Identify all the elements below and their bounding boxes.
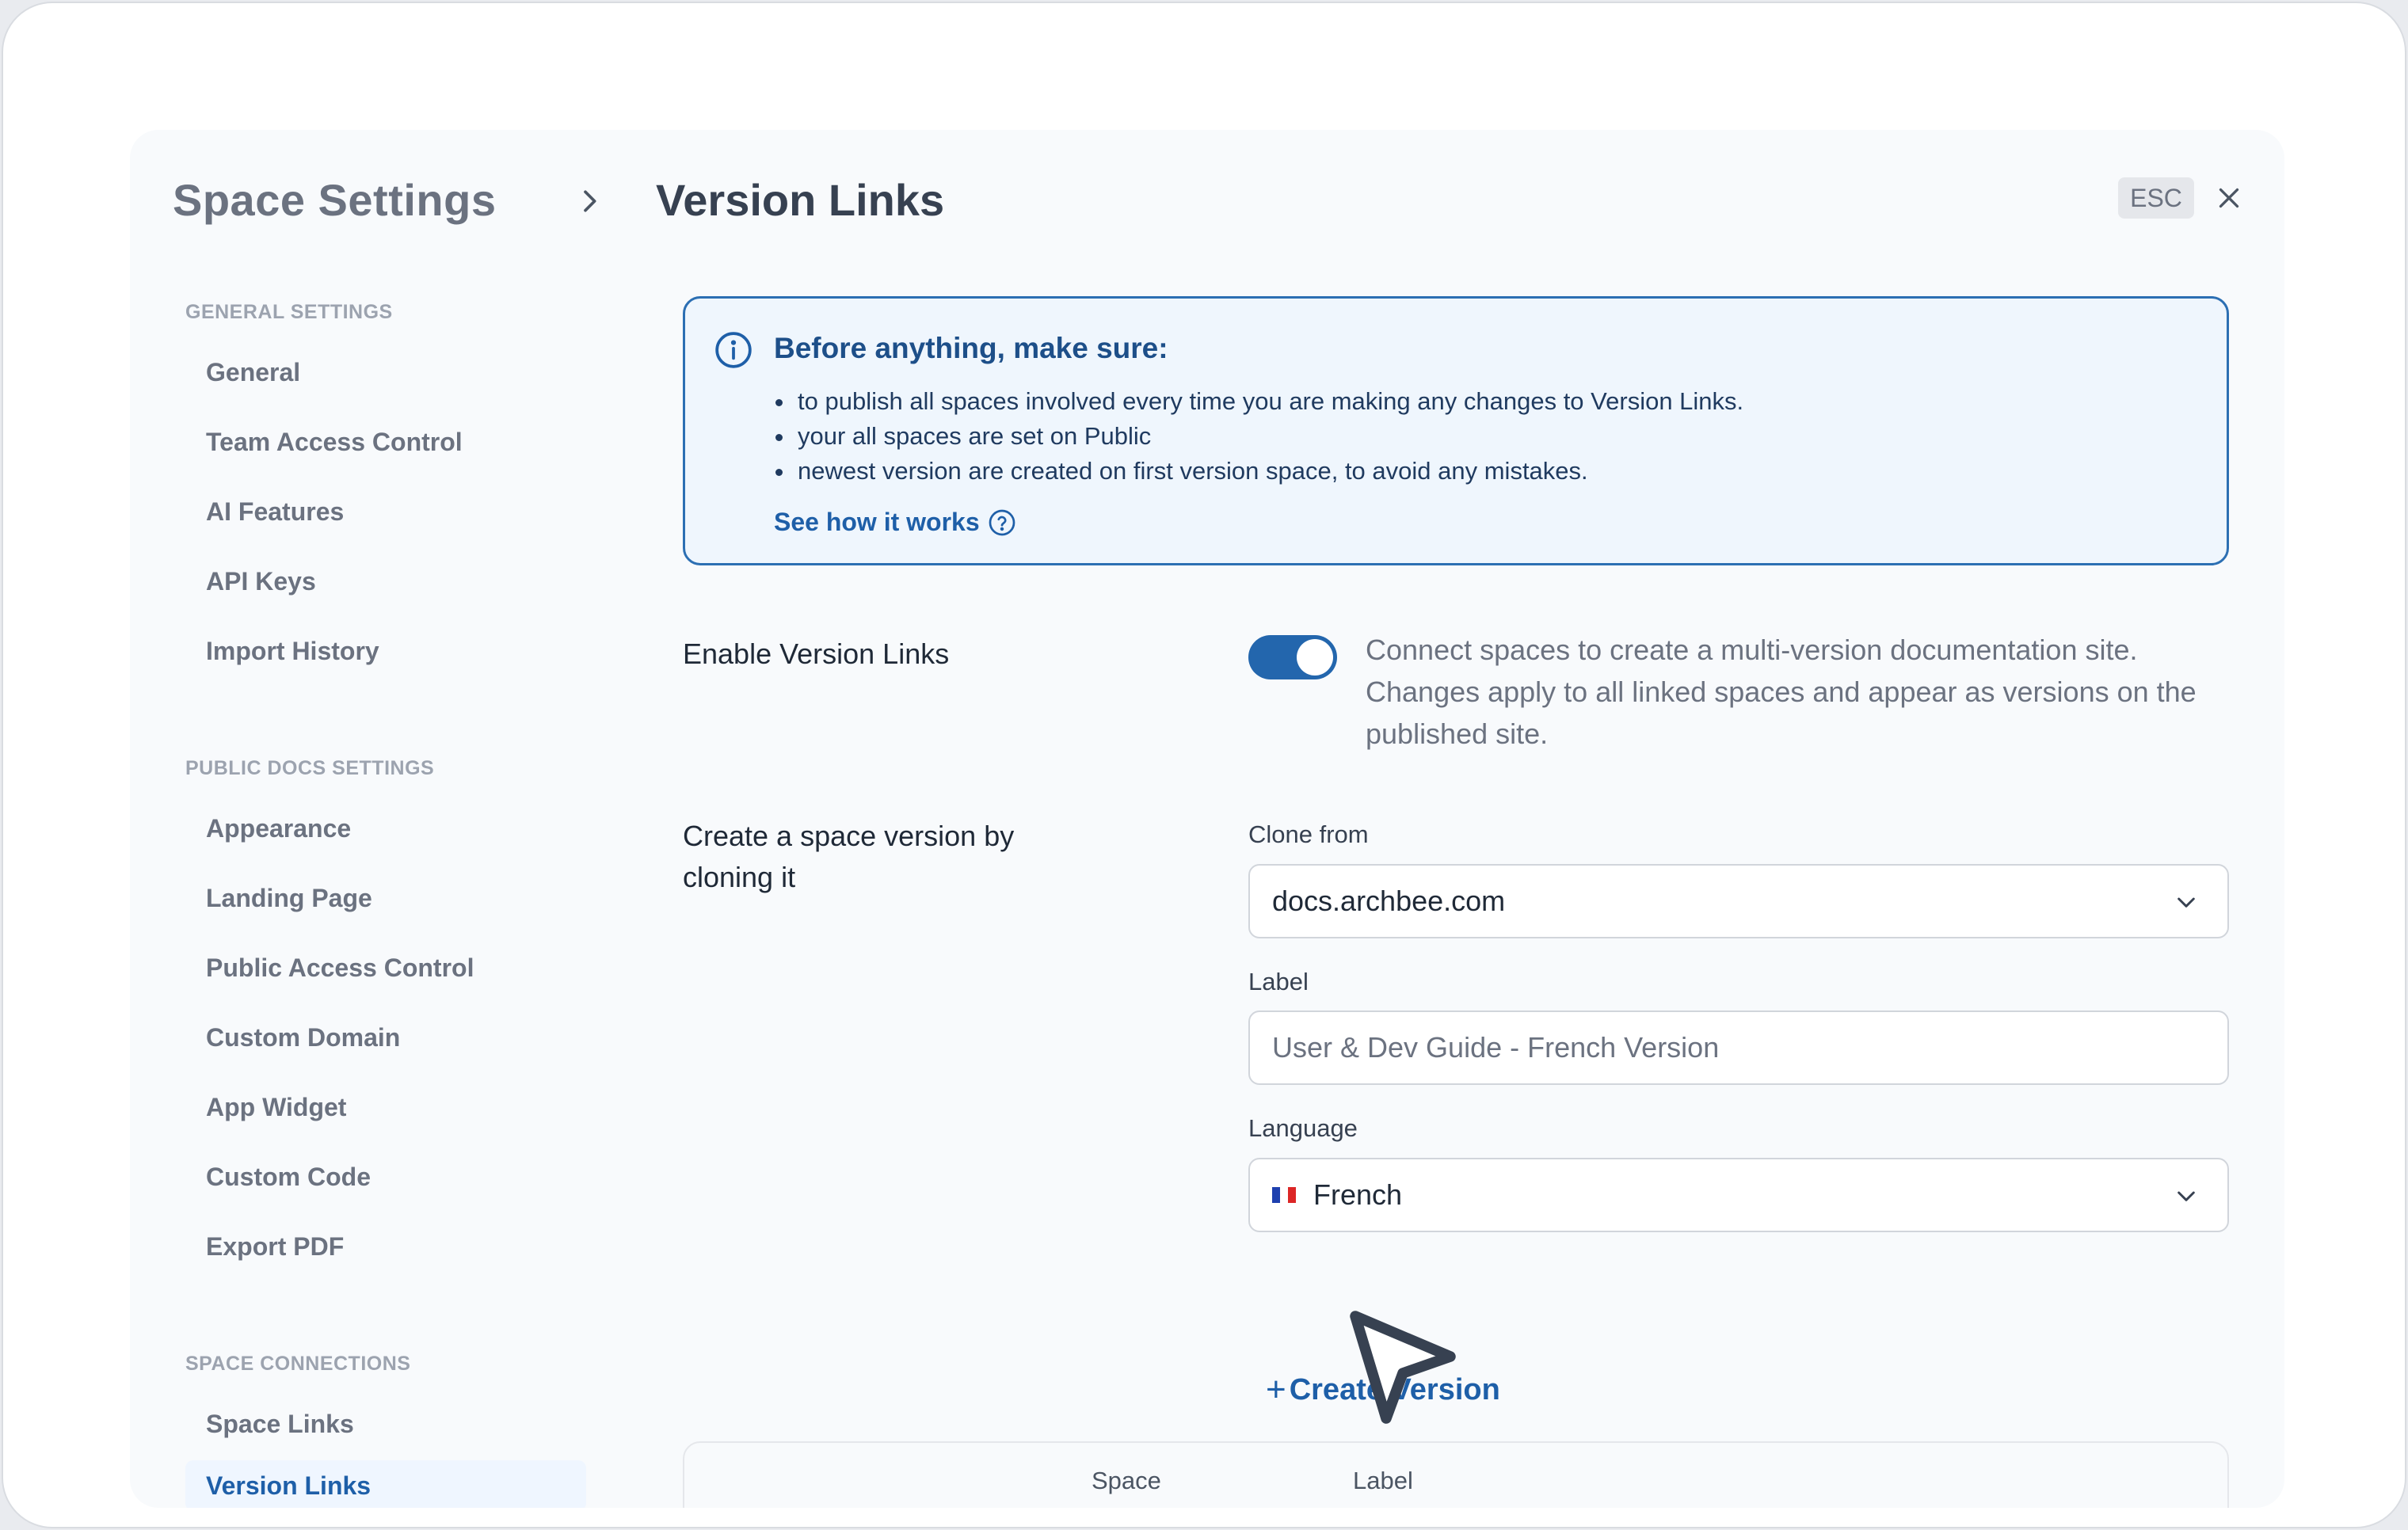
clone-from-value: docs.archbee.com (1272, 885, 1506, 917)
info-bullet-list: to publish all spaces involved every tim… (774, 384, 1743, 489)
close-icon[interactable] (2215, 184, 2243, 212)
sidebar-item-appearance[interactable]: Appearance (185, 803, 586, 854)
plus-icon: + (1266, 1370, 1286, 1409)
info-bullet: newest version are created on first vers… (774, 454, 1743, 489)
create-version-label: Create a space version by cloning it (683, 820, 1015, 893)
info-callout: Before anything, make sure: to publish a… (683, 296, 2229, 565)
sidebar-item-landing-page[interactable]: Landing Page (185, 873, 586, 923)
enable-version-links-toggle[interactable] (1248, 635, 1337, 679)
toggle-knob (1297, 639, 1333, 676)
chevron-down-icon (2177, 897, 2195, 908)
pointer-cursor-icon (1350, 1311, 1456, 1424)
clone-from-label: Clone from (1248, 820, 1369, 848)
settings-modal: Space Settings Version Links ESC GENERAL… (130, 130, 2284, 1508)
sidebar-item-custom-domain[interactable]: Custom Domain (185, 1012, 586, 1063)
sidebar-item-space-links[interactable]: Space Links (185, 1399, 586, 1449)
info-title: Before anything, make sure: (774, 332, 1168, 364)
language-label: Language (1248, 1114, 1358, 1142)
sidebar-item-version-links[interactable]: Version Links (185, 1460, 586, 1508)
sidebar-item-app-widget[interactable]: App Widget (185, 1082, 586, 1132)
info-bullet: to publish all spaces involved every tim… (774, 384, 1743, 419)
versions-table (683, 1441, 2229, 1508)
table-header-space: Space (1092, 1467, 1161, 1494)
app-window: Space Settings Version Links ESC GENERAL… (2, 2, 2406, 1528)
section-heading-public-docs: PUBLIC DOCS SETTINGS (185, 757, 435, 779)
section-heading-space-connections: SPACE CONNECTIONS (185, 1353, 411, 1375)
info-icon (715, 332, 752, 368)
table-header-label: Label (1353, 1467, 1413, 1494)
settings-sidebar: GENERAL SETTINGS General Team Access Con… (185, 130, 597, 1508)
label-field-label: Label (1248, 968, 1309, 995)
sidebar-item-ai-features[interactable]: AI Features (185, 486, 586, 537)
sidebar-item-export-pdf[interactable]: Export PDF (185, 1221, 586, 1272)
esc-badge: ESC (2118, 177, 2194, 219)
clone-from-select[interactable]: docs.archbee.com (1248, 864, 2229, 938)
sidebar-item-general[interactable]: General (185, 347, 586, 398)
label-input-placeholder: User & Dev Guide - French Version (1272, 1031, 1720, 1064)
label-input[interactable]: User & Dev Guide - French Version (1248, 1010, 2229, 1085)
sidebar-item-public-access-control[interactable]: Public Access Control (185, 942, 586, 993)
sidebar-item-import-history[interactable]: Import History (185, 626, 586, 676)
language-select[interactable]: French (1248, 1158, 2229, 1232)
enable-version-links-label: Enable Version Links (683, 638, 950, 670)
help-circle-icon (989, 509, 1015, 535)
sidebar-item-team-access-control[interactable]: Team Access Control (185, 417, 586, 467)
french-flag-icon (1272, 1187, 1296, 1203)
see-how-it-works-label: See how it works (774, 508, 980, 536)
chevron-down-icon (2177, 1191, 2195, 1201)
sidebar-item-custom-code[interactable]: Custom Code (185, 1151, 586, 1202)
sidebar-item-api-keys[interactable]: API Keys (185, 556, 586, 607)
language-value: French (1313, 1178, 1403, 1211)
info-bullet: your all spaces are set on Public (774, 419, 1743, 454)
enable-version-links-description: Connect spaces to create a multi-version… (1366, 634, 2197, 750)
section-heading-general: GENERAL SETTINGS (185, 301, 393, 323)
page-title: Version Links (656, 175, 945, 225)
see-how-it-works-link[interactable]: See how it works (774, 508, 1016, 537)
